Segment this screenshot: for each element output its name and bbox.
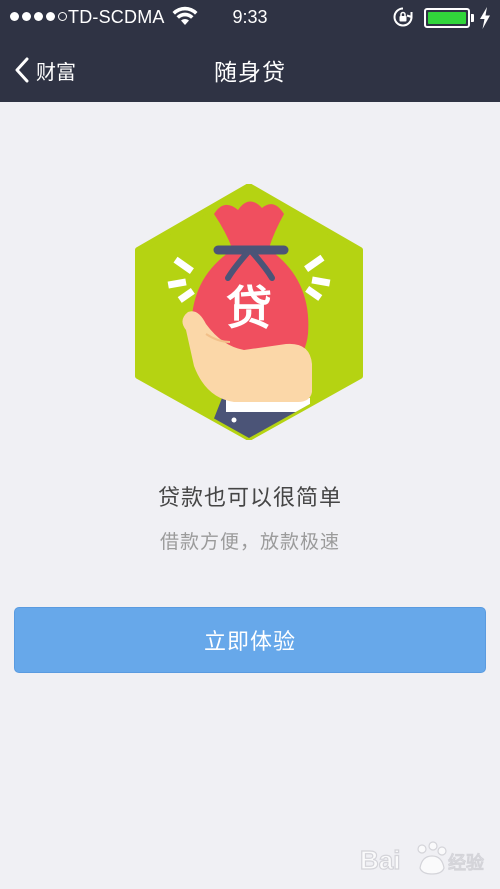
watermark-logo: Bai 经验	[359, 841, 485, 876]
battery-icon	[424, 8, 470, 28]
money-bag-illustration: 贷	[135, 184, 363, 440]
battery-fill	[428, 12, 466, 24]
rotation-lock-icon	[393, 7, 413, 27]
try-now-button[interactable]: 立即体验	[14, 607, 486, 673]
battery-tip	[471, 14, 474, 22]
bag-label: 贷	[226, 281, 272, 335]
page-title: 随身贷	[214, 60, 286, 86]
cuff-button	[231, 417, 237, 423]
subheadline: 借款方便，放款极速	[159, 531, 340, 553]
top-bar: TD-SCDMA 9:33 财富 随身贷	[0, 0, 500, 102]
headline: 贷款也可以很简单	[157, 486, 342, 511]
charging-bolt-icon	[480, 7, 490, 29]
svg-text:Bai: Bai	[360, 845, 400, 875]
svg-text:经验: 经验	[448, 853, 484, 874]
status-bar: TD-SCDMA 9:33	[0, 0, 500, 36]
